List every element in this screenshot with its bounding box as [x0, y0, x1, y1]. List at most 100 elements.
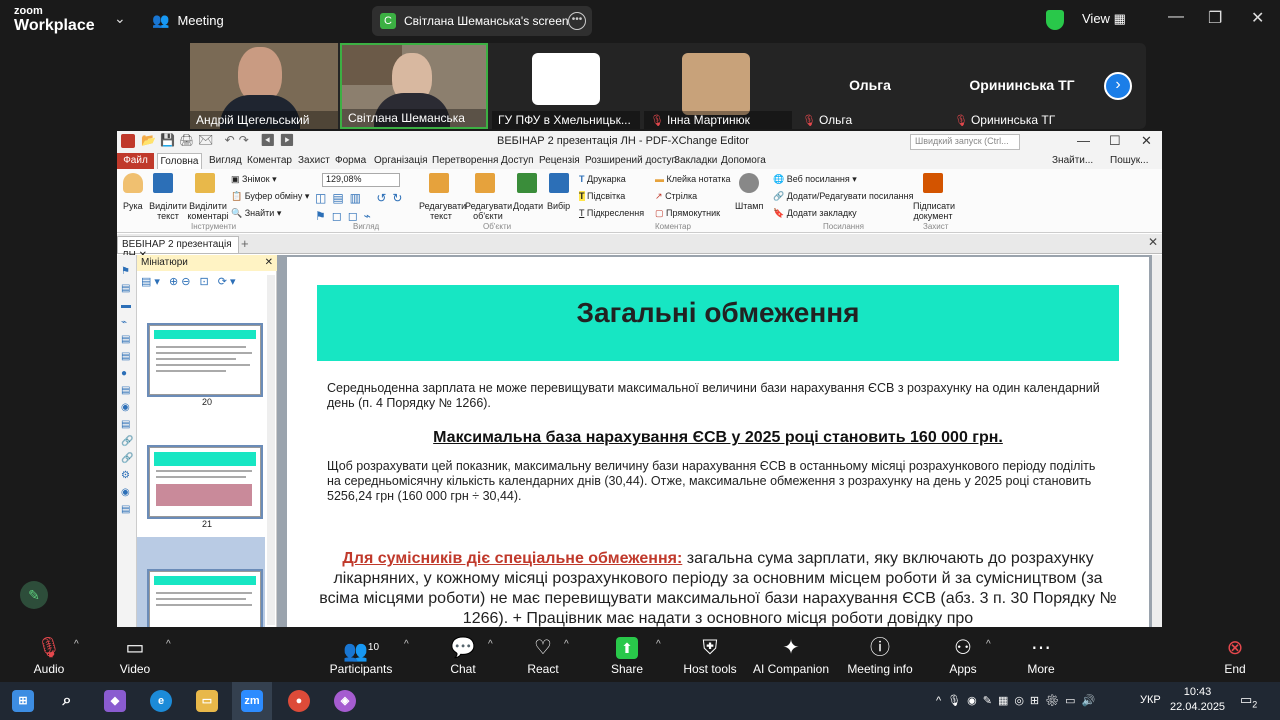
- new-tab-icon[interactable]: +: [241, 236, 249, 251]
- add-tool[interactable]: Додати: [513, 201, 543, 211]
- chrome-icon[interactable]: ●: [288, 690, 310, 712]
- menu-advanced-access[interactable]: Розширений доступ: [585, 155, 677, 166]
- react-options-caret[interactable]: ^: [564, 639, 569, 650]
- quick-launch-search[interactable]: Швидкий запуск (Ctrl...: [910, 134, 1020, 150]
- menu-convert[interactable]: Перетворення: [432, 155, 498, 166]
- video-tile[interactable]: ГУ ПФУ в Хмельницьк...: [492, 43, 640, 129]
- input-language[interactable]: УКР: [1140, 694, 1161, 706]
- side-panel-icons[interactable]: ⚑ ▤ ▬ ⌁ ▤ ▤ ● ▤ ◉ ▤ 🔗 🔗 ⚙ ◉ ▤: [121, 263, 133, 515]
- select-text-icon[interactable]: [153, 173, 173, 193]
- thumbnail-page[interactable]: [149, 447, 261, 517]
- apps-button[interactable]: ⚇ Apps: [940, 627, 986, 682]
- sign-document-tool[interactable]: Підписати документ: [913, 201, 955, 221]
- menu-review[interactable]: Рецензія: [539, 155, 580, 166]
- audio-button[interactable]: 🎙 Audio: [26, 627, 72, 682]
- menu-home[interactable]: Головна: [157, 153, 202, 169]
- hand-tool[interactable]: Рука: [123, 201, 143, 211]
- zoom-level-input[interactable]: 129,08%: [322, 173, 400, 187]
- edit-text-icon[interactable]: [429, 173, 449, 193]
- menu-file[interactable]: Файл: [117, 153, 154, 169]
- more-button[interactable]: ⋯ More: [1018, 627, 1064, 682]
- add-edit-links-tool[interactable]: 🔗 Додати/Редагувати посилання: [773, 191, 914, 201]
- end-meeting-button[interactable]: ⊗ End: [1212, 627, 1258, 682]
- menu-protect[interactable]: Захист: [298, 155, 330, 166]
- annotate-pencil-icon[interactable]: ✎: [20, 581, 48, 609]
- ai-companion-button[interactable]: ✦ AI Companion: [752, 627, 830, 682]
- menu-view[interactable]: Вигляд: [209, 155, 242, 166]
- screen-share-pill[interactable]: С Світлана Шеманська's screen •••: [372, 6, 592, 36]
- minimize-icon[interactable]: —: [1077, 133, 1090, 148]
- video-tile-active[interactable]: Світлана Шеманська: [340, 43, 488, 129]
- thumbnail-page[interactable]: [149, 325, 261, 395]
- clipboard-tool[interactable]: 📋 Буфер обміну ▾: [231, 191, 309, 201]
- apps-options-caret[interactable]: ^: [986, 639, 991, 650]
- windows-start-icon[interactable]: ⊞: [12, 690, 34, 712]
- edit-text-tool[interactable]: Редагувати текст: [419, 201, 466, 221]
- select-text-tool[interactable]: Виділити текст: [149, 201, 187, 221]
- rectangle-tool[interactable]: ▢ Прямокутник: [655, 208, 720, 218]
- video-options-caret[interactable]: ^: [166, 639, 171, 650]
- thumbnail-page-current[interactable]: [149, 571, 261, 627]
- menu-bookmarks[interactable]: Закладки: [674, 155, 717, 166]
- add-icon[interactable]: [517, 173, 537, 193]
- select-comments-tool[interactable]: Виділити коментарі: [187, 201, 229, 221]
- select-icon[interactable]: [549, 173, 569, 193]
- restore-icon[interactable]: ❐: [1208, 8, 1222, 28]
- thumbnail-scrollbar[interactable]: [267, 275, 275, 625]
- select-comments-icon[interactable]: [195, 173, 215, 193]
- menu-comment[interactable]: Коментар: [247, 155, 292, 166]
- view-button[interactable]: View ▦: [1082, 11, 1126, 27]
- video-tile[interactable]: Андрій Щегельський: [190, 43, 338, 129]
- zoom-app-icon[interactable]: zm: [241, 690, 263, 712]
- thumbnail-toolbar[interactable]: ▤▾ ⊕⊖ ⊡ ⟳▾: [141, 275, 238, 288]
- meeting-menu[interactable]: 👥 Meeting: [152, 12, 224, 29]
- close-icon[interactable]: ✕: [265, 257, 273, 268]
- menu-access[interactable]: Доступ: [501, 155, 534, 166]
- add-bookmark-tool[interactable]: 🔖 Додати закладку: [773, 208, 857, 218]
- host-tools-button[interactable]: ⛨ Host tools: [680, 627, 740, 682]
- chat-options-caret[interactable]: ^: [488, 639, 493, 650]
- participants-button[interactable]: 👥10 Participants: [326, 627, 396, 682]
- edge-icon[interactable]: e: [150, 690, 172, 712]
- document-tab[interactable]: ВЕБІНАР 2 презентація ЛН ✕: [117, 236, 239, 261]
- sticky-note-tool[interactable]: ▬ Клейка нотатка: [655, 174, 731, 184]
- quick-access-toolbar[interactable]: 📂💾🖨✉ ↶↷ ◀▶: [141, 133, 299, 147]
- security-shield-icon[interactable]: [1046, 10, 1064, 30]
- copilot-icon[interactable]: ◆: [104, 690, 126, 712]
- video-tile[interactable]: 🎙 Інна Мартинюк: [644, 43, 792, 129]
- notification-icon[interactable]: ▭2: [1240, 692, 1257, 710]
- select-tool[interactable]: Вибір: [547, 201, 570, 211]
- find-button[interactable]: Знайти...: [1052, 155, 1093, 166]
- meeting-info-button[interactable]: ⓘ Meeting info: [844, 627, 916, 682]
- menu-help[interactable]: Допомога: [721, 155, 766, 166]
- system-tray-icons[interactable]: ^🎙◉✎▦◎⊞⚙▭🔊: [936, 694, 1101, 707]
- participants-options-caret[interactable]: ^: [404, 639, 409, 650]
- menu-form[interactable]: Форма: [335, 155, 366, 166]
- find-tool[interactable]: 🔍 Знайти ▾: [231, 208, 281, 218]
- close-document-icon[interactable]: ✕: [1148, 235, 1158, 249]
- minimize-icon[interactable]: —: [1168, 8, 1184, 26]
- web-links-tool[interactable]: 🌐 Веб посилання ▾: [773, 174, 857, 184]
- file-explorer-icon[interactable]: ▭: [196, 690, 218, 712]
- view-toolbar-icons[interactable]: ◫▤▥ ↺↻: [315, 191, 408, 205]
- edit-objects-icon[interactable]: [475, 173, 495, 193]
- taskbar-clock[interactable]: 10:43 22.04.2025: [1170, 685, 1225, 715]
- page-view[interactable]: Загальні обмеження Середньоденна зарплат…: [277, 255, 1162, 627]
- view-toolbar-icons-2[interactable]: ⚑◻◻⌁: [315, 209, 377, 223]
- stamp-tool[interactable]: Штамп: [735, 201, 763, 211]
- search-icon[interactable]: ⌕: [56, 690, 78, 712]
- share-options-caret[interactable]: ^: [656, 639, 661, 650]
- typewriter-tool[interactable]: T Друкарка: [579, 174, 626, 184]
- video-tile[interactable]: Ольга 🎙 Ольга: [796, 43, 944, 129]
- chat-button[interactable]: 💬 Chat: [440, 627, 486, 682]
- close-icon[interactable]: ✕: [1141, 133, 1152, 149]
- next-page-arrow-icon[interactable]: ›: [1104, 72, 1132, 100]
- edit-objects-tool[interactable]: Редагувати об'єкти: [465, 201, 512, 221]
- chevron-down-icon[interactable]: ⌄: [114, 10, 126, 27]
- close-icon[interactable]: ✕: [1251, 8, 1264, 28]
- app-drop-icon[interactable]: ◈: [334, 690, 356, 712]
- share-button[interactable]: ⬆ Share: [604, 627, 650, 682]
- snapshot-tool[interactable]: ▣ Знімок ▾: [231, 174, 277, 184]
- video-button[interactable]: ▭ Video: [112, 627, 158, 682]
- react-button[interactable]: ♡ React: [520, 627, 566, 682]
